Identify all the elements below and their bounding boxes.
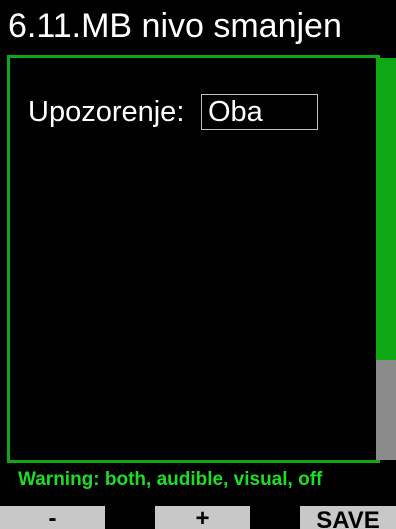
scrollbar-remaining xyxy=(376,360,396,460)
title-bar: 6.11.MB nivo smanjen xyxy=(0,0,396,54)
page-title: 6.11.MB nivo smanjen xyxy=(8,7,342,45)
warning-setting-value: Oba xyxy=(208,96,263,128)
decrease-button[interactable]: - xyxy=(0,506,105,529)
options-hint: Warning: both, audible, visual, off xyxy=(18,469,323,490)
increase-button[interactable]: + xyxy=(155,506,250,529)
warning-setting-field[interactable]: Oba xyxy=(201,94,318,130)
warning-setting-label: Upozorenje: xyxy=(28,96,185,128)
scrollbar-thumb[interactable] xyxy=(376,58,396,360)
save-button[interactable]: SAVE xyxy=(300,506,396,529)
